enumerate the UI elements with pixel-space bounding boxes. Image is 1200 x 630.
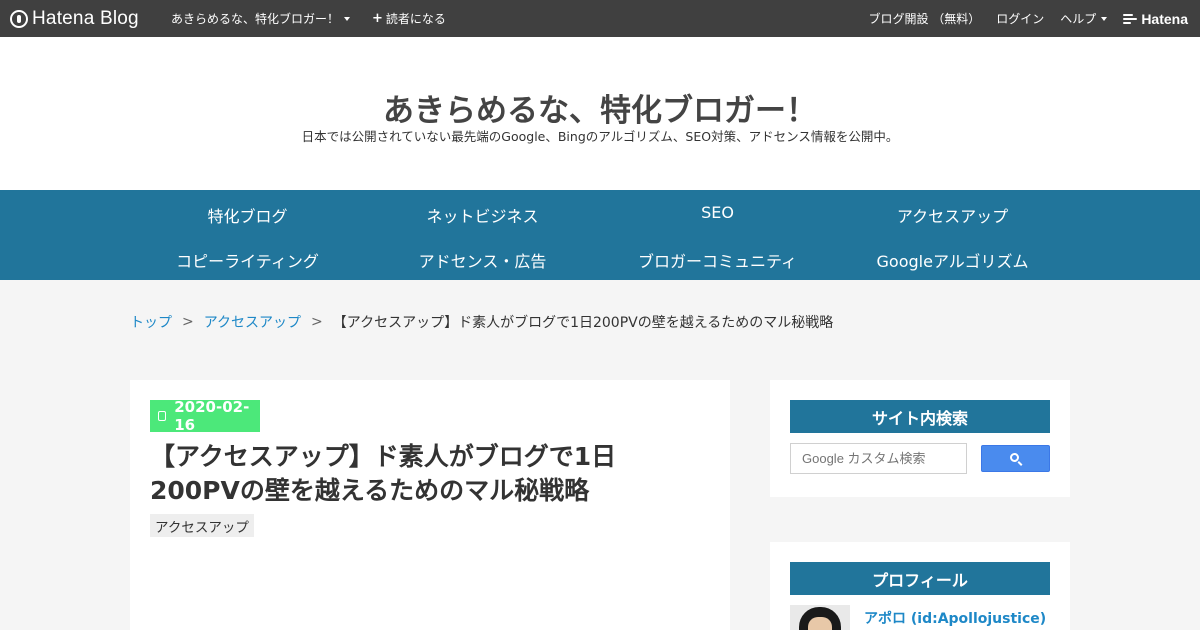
plus-icon: + [372,11,383,26]
open-blog-link[interactable]: ブログ開設 （無料） [868,10,980,27]
nav-item-tokka-blog[interactable]: 特化ブログ [130,203,365,227]
blog-header: あきらめるな、特化ブロガー！ 日本では公開されていない最先端のGoogle、Bi… [0,37,1200,190]
breadcrumb-current: 【アクセスアップ】ド素人がブログで1日200PVの壁を越えるためのマル秘戦略 [332,315,834,331]
search-heading: サイト内検索 [790,400,1050,433]
hatena-logo-text: Hatena [1141,10,1188,27]
subscribe-label: 読者になる [385,12,446,26]
hatena-link[interactable]: Hatena [1123,11,1188,27]
entry-title[interactable]: 【アクセスアップ】ド素人がブログで1日 200PVの壁を越えるためのマル秘戦略 [150,440,710,508]
login-link[interactable]: ログイン [996,10,1044,27]
entry-date[interactable]: 2020-02-16 [150,398,260,434]
blog-description: 日本では公開されていない最先端のGoogle、Bingのアルゴリズム、SEO対策… [301,129,899,144]
hatena-logo-icon [10,9,28,28]
blog-title[interactable]: あきらめるな、特化ブロガー！ [0,85,1200,130]
caret-down-icon [344,16,351,21]
avatar[interactable] [790,605,850,630]
logo-text: Hatena Blog [32,7,139,29]
article-card: 2020-02-16 【アクセスアップ】ド素人がブログで1日 200PVの壁を越… [130,380,730,630]
nav-item-google-algorithm[interactable]: Googleアルゴリズム [835,248,1070,272]
sidebar-profile-module: プロフィール アポロ (id:Apollojustice) [770,542,1070,630]
sidebar-search-module: サイト内検索 [770,380,1070,497]
caret-down-icon [1101,16,1108,21]
help-menu[interactable]: ヘルプ [1060,10,1108,27]
breadcrumb-separator: > [182,314,194,330]
subscribe-button[interactable]: + 読者になる [372,10,446,27]
breadcrumb-category[interactable]: アクセスアップ [204,312,301,332]
hatena-blog-logo[interactable]: Hatena Blog [10,8,152,30]
breadcrumb: トップ > アクセスアップ > 【アクセスアップ】ド素人がブログで1日200PV… [130,312,833,332]
nav-item-seo[interactable]: SEO [600,203,835,222]
nav-item-access-up[interactable]: アクセスアップ [835,203,1070,227]
profile-name-link[interactable]: アポロ (id:Apollojustice) [864,608,1046,628]
entry-title-line: 【アクセスアップ】ド素人がブログで1日 [150,442,617,471]
search-button[interactable] [981,445,1050,472]
entry-category-tag[interactable]: アクセスアップ [150,514,254,537]
blog-name-label: あきらめるな、特化ブロガー！ [171,12,340,26]
breadcrumb-separator: > [311,314,323,330]
hatena-topbar: Hatena Blog あきらめるな、特化ブロガー！ + 読者になる ブログ開設… [0,0,1200,37]
nav-item-blogger-community[interactable]: ブロガーコミュニティ [600,248,835,272]
search-icon [1010,453,1019,462]
search-input[interactable] [790,443,967,474]
entry-title-line: 200PVの壁を越えるためのマル秘戦略 [150,476,590,505]
profile-heading: プロフィール [790,562,1050,595]
calendar-icon [158,411,167,421]
nav-item-copywriting[interactable]: コピーライティング [130,248,365,272]
global-nav: 特化ブログ ネットビジネス SEO アクセスアップ コピーライティング アドセン… [0,190,1200,280]
breadcrumb-home[interactable]: トップ [130,312,172,332]
nav-item-adsense[interactable]: アドセンス・広告 [365,248,600,272]
help-label: ヘルプ [1060,12,1097,26]
entry-date-text: 2020-02-16 [174,398,250,434]
blog-name-menu[interactable]: あきらめるな、特化ブロガー！ [171,10,351,27]
topbar-right: ブログ開設 （無料） ログイン ヘルプ Hatena [852,10,1188,27]
hatena-mark-icon [1123,13,1138,24]
nav-item-net-business[interactable]: ネットビジネス [365,203,600,227]
